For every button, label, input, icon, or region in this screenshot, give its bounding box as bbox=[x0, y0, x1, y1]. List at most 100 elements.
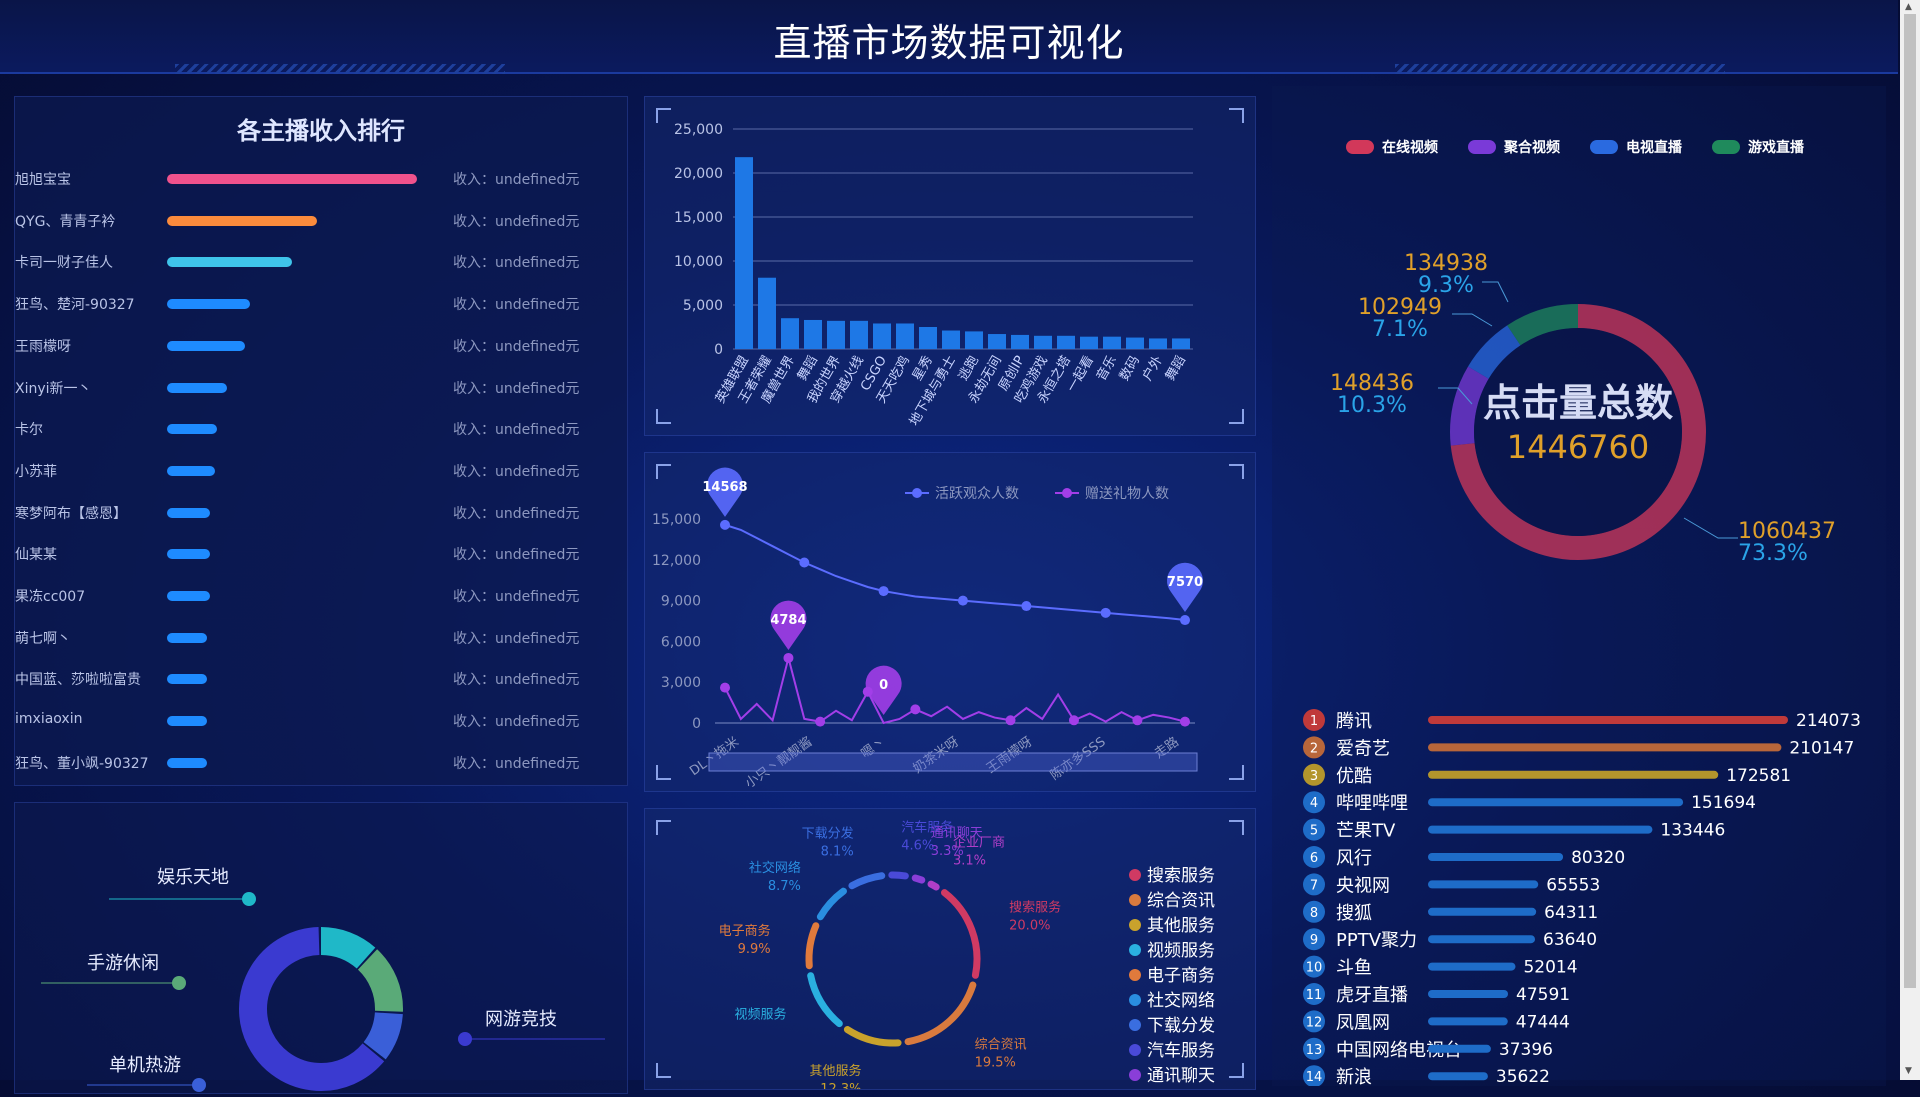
legend-marker bbox=[1129, 994, 1141, 1006]
ranking-name: 狂鸟、楚河-90327 bbox=[15, 297, 135, 314]
y-tick-label: 9,000 bbox=[661, 594, 701, 610]
ranking-name: 卡尔 bbox=[15, 422, 43, 439]
y-tick-label: 20,000 bbox=[674, 166, 723, 182]
ranking-name: 卡司一财子佳人 bbox=[15, 255, 113, 272]
bar bbox=[1149, 338, 1167, 349]
corner-tr bbox=[1229, 820, 1244, 835]
ranking-bar bbox=[167, 257, 292, 268]
y-tick-label: 3,000 bbox=[661, 675, 701, 691]
ranking-bar bbox=[167, 507, 210, 518]
ranking-name: 旭旭宝宝 bbox=[15, 172, 71, 188]
ranking-bar bbox=[167, 674, 207, 685]
scroll-up-icon[interactable]: ▲ bbox=[1905, 2, 1912, 12]
series-marker bbox=[1180, 716, 1190, 727]
legend-label: 社交网络 bbox=[1147, 991, 1215, 1011]
platform-bar bbox=[1428, 1044, 1491, 1053]
pie-slice bbox=[888, 871, 909, 880]
legend-marker bbox=[1712, 140, 1740, 154]
platform-value: 47591 bbox=[1516, 985, 1570, 1005]
bar bbox=[1103, 336, 1121, 349]
legend-marker bbox=[1129, 944, 1141, 956]
rank-number: 7 bbox=[1310, 878, 1318, 893]
legend-label: 综合资讯 bbox=[1147, 891, 1215, 911]
ranking-row: 狂鸟、董小飒-90327 收入：undefined元 bbox=[15, 747, 627, 777]
bar bbox=[1080, 336, 1098, 349]
ranking-bar bbox=[167, 424, 217, 435]
ranking-income: 收入：undefined元 bbox=[453, 172, 580, 188]
ranking-income: 收入：undefined元 bbox=[453, 672, 580, 689]
legend-marker bbox=[1346, 140, 1374, 154]
category-label: 单机热游 bbox=[109, 1055, 181, 1076]
ranking-name: Xinyi新一丶 bbox=[15, 380, 92, 397]
rank-number: 10 bbox=[1306, 961, 1323, 976]
rank-number: 4 bbox=[1310, 796, 1318, 811]
bar bbox=[850, 320, 868, 349]
ranking-name: 寒梦阿布【感恩】 bbox=[15, 505, 127, 522]
slice-label: 综合资讯 bbox=[975, 1037, 1027, 1052]
slice-percent: 20.0% bbox=[1009, 919, 1050, 934]
platform-value: 35622 bbox=[1496, 1067, 1550, 1086]
legend-label: 搜索服务 bbox=[1147, 866, 1215, 886]
ranking-income: 收入：undefined元 bbox=[453, 755, 580, 772]
slice-percent: 9.3% bbox=[1418, 273, 1474, 298]
pie-slice bbox=[807, 972, 843, 1028]
scrollbar-thumb[interactable] bbox=[1904, 14, 1916, 988]
series-marker bbox=[783, 652, 794, 663]
ranking-income: 收入：undefined元 bbox=[453, 338, 580, 355]
scrollbar[interactable]: ▲ ▼ bbox=[1900, 0, 1920, 1080]
bar bbox=[827, 320, 845, 349]
y-tick-label: 0 bbox=[714, 342, 723, 358]
service-pie-chart: 搜索服务20.0%综合资讯19.5%其他服务12.3%视频服务电子商务9.9%社… bbox=[656, 819, 1244, 1097]
slice-percent: 7.1% bbox=[1372, 317, 1428, 342]
platform-bar bbox=[1428, 1072, 1488, 1081]
slice-percent: 12.3% bbox=[820, 1082, 861, 1089]
ranking-name: 小苏菲 bbox=[15, 463, 57, 480]
ranking-row: 旭旭宝宝 收入：undefined元 bbox=[15, 163, 627, 193]
corner-tl bbox=[656, 464, 671, 479]
platform-value: 37396 bbox=[1499, 1040, 1553, 1060]
platform-name: 芒果TV bbox=[1336, 821, 1396, 842]
bar bbox=[1172, 338, 1190, 349]
bar bbox=[965, 331, 983, 349]
slice-label: 搜索服务 bbox=[1009, 900, 1061, 916]
header-decoration-left bbox=[175, 64, 505, 74]
slice-label: 下载分发 bbox=[802, 825, 854, 841]
pie-slice bbox=[941, 889, 981, 979]
ranking-income: 收入：undefined元 bbox=[453, 547, 580, 564]
bar bbox=[988, 334, 1006, 349]
bar bbox=[896, 323, 914, 349]
ranking-name: 果冻cc007 bbox=[15, 589, 86, 605]
bar bbox=[758, 277, 776, 349]
legend-label: 下载分发 bbox=[1147, 1016, 1215, 1036]
ranking-income: 收入：undefined元 bbox=[453, 589, 580, 605]
platform-value: 214073 bbox=[1796, 711, 1861, 731]
ranking-row: 狂鸟、楚河-90327 收入：undefined元 bbox=[15, 288, 627, 318]
pin-label: 0 bbox=[879, 678, 888, 693]
platform-bar bbox=[1428, 853, 1564, 861]
y-tick-label: 0 bbox=[692, 716, 701, 732]
service-pie-panel: 搜索服务20.0%综合资讯19.5%其他服务12.3%视频服务电子商务9.9%社… bbox=[644, 808, 1256, 1097]
ranking-bar bbox=[167, 591, 210, 601]
corner-bl bbox=[656, 765, 671, 780]
platform-name: 哔哩哔哩 bbox=[1336, 793, 1408, 814]
rank-number: 11 bbox=[1306, 988, 1323, 1003]
pin-label: 14568 bbox=[702, 480, 747, 495]
ranking-name: 仙某某 bbox=[15, 547, 57, 564]
y-tick-label: 6,000 bbox=[661, 634, 701, 650]
audience-line-chart: 0 3,000 6,000 9,000 12,000 15,000 活跃观众人数 赠送礼物人数… bbox=[652, 464, 1244, 792]
label-line bbox=[1482, 281, 1509, 303]
slice-percent: 9.9% bbox=[738, 942, 771, 957]
data-zoom-slider bbox=[708, 752, 1198, 772]
bar bbox=[1126, 337, 1144, 349]
legend-label: 在线视频 bbox=[1382, 139, 1438, 156]
header-decoration-right bbox=[1395, 64, 1725, 74]
x-tick-label: 舞蹈 bbox=[1163, 354, 1189, 384]
bar bbox=[804, 319, 822, 349]
series-marker bbox=[1068, 715, 1079, 726]
scroll-down-icon[interactable]: ▼ bbox=[1905, 1066, 1912, 1076]
platform-value: 47444 bbox=[1516, 1012, 1570, 1032]
pie-slice bbox=[911, 874, 926, 884]
series-marker bbox=[720, 682, 730, 693]
series-marker bbox=[799, 557, 810, 568]
legend-marker bbox=[1129, 1044, 1141, 1056]
